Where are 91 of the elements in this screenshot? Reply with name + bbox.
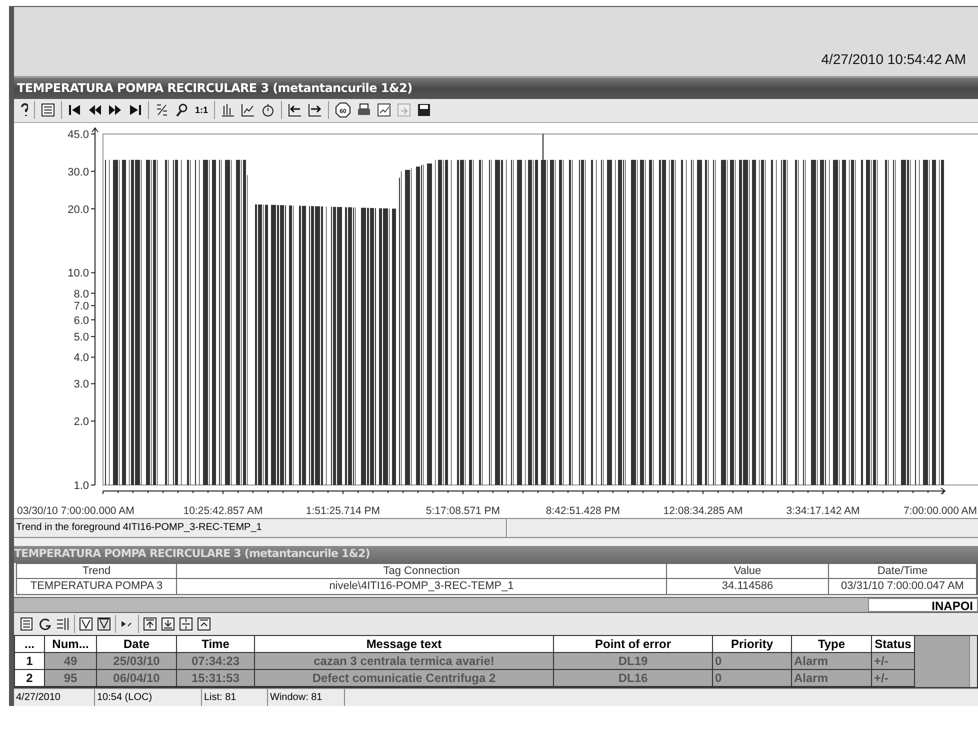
status-bar-field: List: 81 bbox=[202, 688, 268, 706]
y-tick-label: 7.0 bbox=[74, 300, 89, 313]
columns-icon[interactable] bbox=[56, 617, 70, 632]
panel-title: TEMPERATURA POMPA RECIRCULARE 3 (metantancurile 1&2) bbox=[14, 546, 370, 562]
table-cell: 25/03/10 bbox=[97, 652, 177, 669]
column-header[interactable]: ... bbox=[15, 636, 45, 652]
table-cell: 15:31:53 bbox=[177, 670, 255, 686]
table-cell: Defect comunicatie Centrifuga 2 bbox=[255, 670, 554, 686]
x-tick-label: 12:08:34.285 AM bbox=[663, 505, 743, 518]
table-cell: DL16 bbox=[554, 670, 713, 686]
table-cell: 06/04/10 bbox=[97, 670, 177, 686]
move-right-icon[interactable] bbox=[308, 103, 322, 118]
table-cell: +/- bbox=[872, 652, 915, 669]
table-cell: DL19 bbox=[554, 652, 713, 669]
table-cell: +/- bbox=[872, 670, 915, 686]
sort-last-icon[interactable] bbox=[179, 617, 193, 632]
sort-down-icon[interactable] bbox=[161, 617, 175, 632]
table-cell: 49 bbox=[45, 652, 97, 669]
status-bar-field: 10:54 (LOC) bbox=[95, 688, 202, 706]
first-icon[interactable] bbox=[68, 103, 82, 118]
column-header[interactable]: Num... bbox=[45, 636, 97, 652]
y-tick-label: 5.0 bbox=[74, 332, 89, 344]
x-tick-label: 03/30/10 7:00:00.000 AM bbox=[17, 505, 134, 518]
table-cell: Alarm bbox=[792, 652, 872, 669]
table-cell: 07:34:23 bbox=[177, 652, 255, 669]
acknowledge-all-icon[interactable] bbox=[97, 617, 111, 632]
scrollbar[interactable] bbox=[969, 636, 977, 687]
table-cell: TEMPERATURA POMPA 3 bbox=[17, 578, 177, 594]
help-icon[interactable] bbox=[18, 103, 28, 118]
table-cell: 03/31/10 7:00:00.047 AM bbox=[829, 578, 977, 594]
forward-icon[interactable] bbox=[108, 103, 122, 118]
table-cell: nivele\4ITI16-POMP_3-REC-TEMP_1 bbox=[177, 578, 667, 594]
line-chart-icon[interactable] bbox=[241, 103, 256, 118]
column-header[interactable]: Time bbox=[177, 636, 255, 652]
table-cell: 34.114586 bbox=[667, 578, 829, 594]
window-title: TEMPERATURA POMPA RECIRCULARE 3 (metantancurile 1&2) bbox=[17, 80, 412, 98]
table-cell: 1 bbox=[15, 652, 45, 669]
table-cell: cazan 3 centrala termica avarie! bbox=[255, 652, 554, 669]
y-tick-label: 3.0 bbox=[74, 378, 89, 391]
rewind-icon[interactable] bbox=[88, 103, 102, 118]
list-icon[interactable] bbox=[41, 103, 55, 118]
column-header: Date/Time bbox=[829, 564, 977, 578]
y-tick-label: 2.0 bbox=[74, 416, 89, 428]
last-icon[interactable] bbox=[128, 103, 142, 118]
message-list-icon[interactable] bbox=[20, 617, 34, 632]
status-bar-field: 4/27/2010 bbox=[14, 688, 95, 706]
header-datetime: 4/27/2010 10:54:42 AM bbox=[821, 50, 966, 69]
column-header[interactable]: Priority bbox=[713, 636, 792, 652]
scale-icon[interactable] bbox=[155, 103, 169, 118]
y-tick-label: 4.0 bbox=[74, 352, 89, 364]
x-tick-label: 10:25:42.857 AM bbox=[183, 505, 263, 518]
status-text: Trend in the foreground 4ITI16-POMP_3-REC-TEMP_1 bbox=[14, 519, 507, 538]
table-cell: 95 bbox=[45, 670, 97, 686]
y-tick-label: 30.0 bbox=[68, 166, 89, 178]
table-cell: 0 bbox=[713, 652, 792, 669]
move-left-icon[interactable] bbox=[288, 103, 302, 118]
y-tick-label: 1.0 bbox=[74, 480, 89, 492]
table-cell: 0 bbox=[713, 670, 792, 686]
y-tick-label: 45.0 bbox=[68, 129, 89, 142]
x-tick-label: 3:34:17.142 AM bbox=[786, 505, 860, 518]
y-tick-label: 10.0 bbox=[68, 268, 89, 280]
print-icon[interactable] bbox=[357, 103, 372, 118]
search-icon[interactable] bbox=[175, 103, 189, 118]
table-cell: Alarm bbox=[792, 670, 872, 686]
y-tick-label: 6.0 bbox=[74, 314, 89, 327]
back-button[interactable]: INAPOI bbox=[868, 598, 978, 612]
column-header[interactable]: Date bbox=[97, 636, 177, 652]
acknowledge-icon[interactable] bbox=[79, 617, 93, 632]
sort-up-icon[interactable] bbox=[197, 617, 211, 632]
bars-icon[interactable] bbox=[221, 103, 236, 118]
column-header[interactable]: Status bbox=[872, 636, 915, 652]
status-bar-field: Window: 81 bbox=[268, 688, 345, 706]
x-tick-label: 1:51:25.714 PM bbox=[306, 505, 380, 518]
stopwatch-icon[interactable] bbox=[261, 103, 276, 118]
sort-first-icon[interactable] bbox=[143, 617, 157, 632]
table-cell: 2 bbox=[15, 670, 45, 686]
column-header: Tag Connection bbox=[177, 564, 667, 578]
original-size-icon[interactable]: 1:1 bbox=[195, 104, 208, 118]
column-header: Trend bbox=[17, 564, 177, 578]
chart-window-icon[interactable] bbox=[377, 103, 392, 118]
y-tick-label: 8.0 bbox=[74, 288, 89, 300]
y-tick-label: 20.0 bbox=[68, 204, 89, 216]
column-header: Value bbox=[667, 564, 829, 578]
x-tick-label: 7:00:00.000 AM bbox=[903, 505, 977, 518]
column-header[interactable]: Message text bbox=[255, 636, 554, 652]
column-header[interactable]: Point of error bbox=[554, 636, 713, 652]
refresh-icon[interactable] bbox=[38, 617, 52, 632]
save-icon[interactable] bbox=[417, 103, 432, 118]
x-tick-label: 5:17:08.571 PM bbox=[426, 505, 500, 518]
x-tick-label: 8:42:51.428 PM bbox=[546, 505, 620, 518]
column-header[interactable]: Type bbox=[792, 636, 872, 652]
